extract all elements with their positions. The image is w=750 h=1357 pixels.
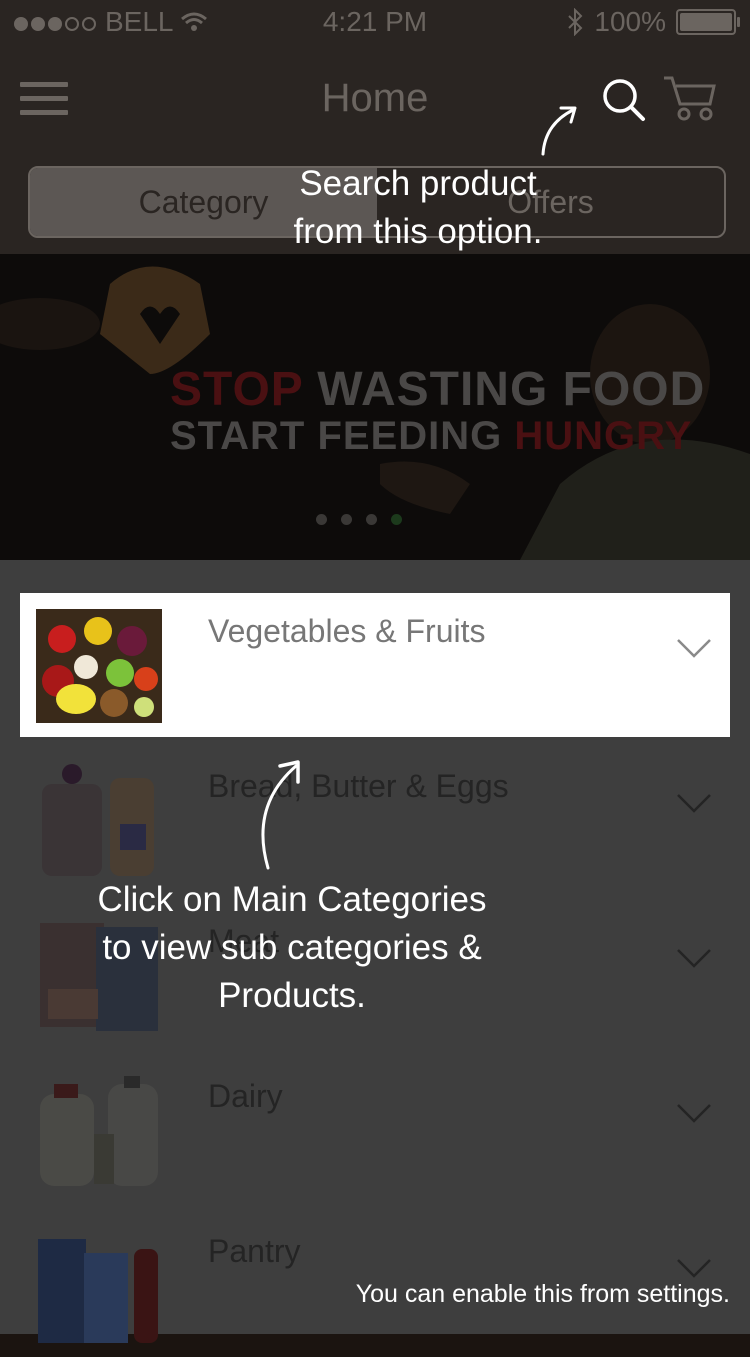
category-label: Pantry xyxy=(208,1233,301,1269)
category-row-bread-butter-eggs[interactable]: Bread, Butter & Eggs xyxy=(20,748,730,892)
status-right: 100% xyxy=(566,6,740,38)
categories-tip-arrow-icon xyxy=(261,760,300,870)
pager-dot-active[interactable] xyxy=(391,514,402,525)
banner-headline-1: STOP WASTING FOOD xyxy=(170,363,706,416)
category-row-vegetables-fruits[interactable]: Vegetables & Fruits xyxy=(20,593,730,737)
search-tip: Search product from this option. xyxy=(218,160,618,256)
categories-tip-line: Click on Main Categories xyxy=(97,880,487,919)
category-label: Dairy xyxy=(208,1078,283,1114)
category-label: Vegetables & Fruits xyxy=(208,613,486,649)
category-row-dairy[interactable]: Dairy xyxy=(20,1058,730,1202)
chevron-down-icon[interactable] xyxy=(676,637,712,659)
categories-tip: Click on Main Categories to view sub cat… xyxy=(40,876,544,1020)
bread-thumbnail xyxy=(42,764,154,876)
status-bar: BELL 4:21 PM 100% xyxy=(0,0,750,48)
dairy-thumbnail xyxy=(40,1076,158,1186)
battery-icon xyxy=(676,9,740,35)
categories-tip-line: to view sub categories & xyxy=(102,928,482,967)
search-tip-line: Search product xyxy=(299,164,537,203)
search-tip-line: from this option. xyxy=(293,212,543,251)
pager-dot[interactable] xyxy=(341,514,352,525)
chevron-down-icon[interactable] xyxy=(676,792,712,814)
chevron-down-icon[interactable] xyxy=(676,1102,712,1124)
pantry-thumbnail xyxy=(38,1239,158,1343)
settings-note: You can enable this from settings. xyxy=(355,1280,730,1308)
battery-percent: 100% xyxy=(594,6,666,37)
pager-dot[interactable] xyxy=(316,514,327,525)
pager-dot[interactable] xyxy=(366,514,377,525)
categories-tip-line: Products. xyxy=(218,976,366,1015)
cart-icon[interactable] xyxy=(662,74,718,122)
bluetooth-icon xyxy=(568,8,583,36)
chevron-down-icon[interactable] xyxy=(676,947,712,969)
chevron-down-icon[interactable] xyxy=(676,1257,712,1279)
vegetables-fruits-thumbnail xyxy=(36,609,162,723)
banner-headline-2: START FEEDING HUNGRY xyxy=(170,414,693,458)
search-icon[interactable] xyxy=(600,76,648,124)
banner-pager[interactable] xyxy=(316,514,402,525)
search-tip-arrow-icon xyxy=(541,106,577,156)
